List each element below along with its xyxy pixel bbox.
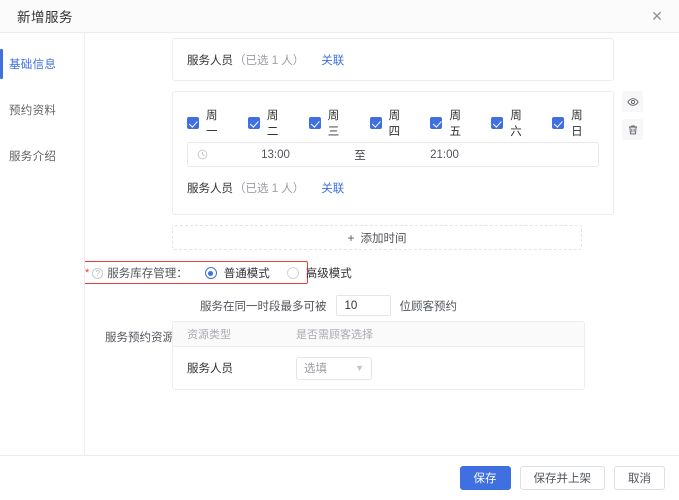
main-content: 服务人员 （已选 1 人） 关联 周一 周二 周三 周四 周五 周六 周日 13… [85,33,679,455]
time-separator: 至 [354,149,366,162]
weekday-checkbox-tuesday[interactable]: 周二 [247,107,288,139]
add-service-dialog: 新增服务 ✕ 基础信息 预约资料 服务介绍 服务人员 （已选 1 人） 关联 周… [0,0,679,500]
dialog-body: 基础信息 预约资料 服务介绍 服务人员 （已选 1 人） 关联 周一 周二 周三… [0,33,679,455]
schedule-card: 周一 周二 周三 周四 周五 周六 周日 13:00 至 21:00 服务人员 … [172,91,614,215]
sidebar-item-basic-info[interactable]: 基础信息 [0,41,84,87]
weekday-checkbox-saturday[interactable]: 周六 [491,107,531,139]
stock-management-label: 服务库存管理： [107,268,188,280]
staff-row: 服务人员 （已选 1 人） 关联 [173,39,613,80]
weekday-checkbox-wednesday[interactable]: 周三 [308,107,349,139]
close-icon[interactable]: ✕ [647,7,667,27]
plus-icon: + [347,230,355,245]
weekday-label: 周六 [510,110,522,138]
radio-label: 普通模式 [223,268,270,280]
chevron-down-icon: ▼ [355,363,364,373]
checkbox-checked-icon [308,117,321,129]
column-header-resource-type: 资源类型 [187,329,231,341]
resource-choice-cell: 选填 ▼ [296,356,584,380]
add-time-button[interactable]: + 添加时间 [172,225,582,250]
weekday-checkbox-thursday[interactable]: 周四 [369,107,410,139]
sidebar-item-service-intro[interactable]: 服务介绍 [0,133,84,179]
weekday-label: 周四 [388,110,401,138]
dialog-footer: 保存 保存并上架 取消 [0,455,679,500]
checkbox-checked-icon [369,117,382,129]
stock-management-row: * ? 服务库存管理： 普通模式 高级模式 [85,265,352,281]
resource-table: 资源类型 是否需顾客选择 服务人员 选填 ▼ [172,321,585,390]
capacity-suffix-label: 位顾客预约 [399,300,458,313]
staff-count: （已选 1 人） [234,54,305,67]
weekday-checkbox-sunday[interactable]: 周日 [552,107,592,139]
time-start-value[interactable]: 13:00 [208,149,343,161]
weekday-checkbox-group: 周一 周二 周三 周四 周五 周六 周日 [173,92,613,139]
staff-count: （已选 1 人） [234,183,305,195]
table-row: 服务人员 选填 ▼ [173,347,584,389]
time-end-value[interactable]: 21:00 [377,149,512,161]
schedule-staff-row: 服务人员 （已选 1 人） 关联 [187,180,344,196]
clock-icon [197,149,208,160]
eye-icon[interactable] [622,91,643,112]
checkbox-checked-icon [247,117,260,129]
checkbox-checked-icon [430,117,443,129]
select-value: 选填 [304,363,327,375]
time-range-field[interactable]: 13:00 至 21:00 [187,142,599,167]
checkbox-checked-icon [491,117,504,129]
weekday-label: 周五 [449,110,461,138]
radio-advanced-mode[interactable]: 高级模式 [286,265,352,281]
weekday-label: 周二 [266,110,279,138]
sidebar-item-label: 预约资料 [9,105,57,117]
staff-link-associate[interactable]: 关联 [321,52,344,68]
question-circle-icon[interactable]: ? [92,267,104,279]
trash-icon[interactable] [622,119,643,140]
weekday-label: 周三 [327,110,340,138]
radio-normal-mode[interactable]: 普通模式 [204,265,270,281]
weekday-label: 周一 [206,110,218,138]
weekday-label: 周日 [571,110,583,138]
radio-selected-icon [204,267,217,279]
sidebar-item-booking-data[interactable]: 预约资料 [0,87,84,133]
required-asterisk: * [85,266,90,279]
staff-link-associate[interactable]: 关联 [321,180,344,196]
dialog-header: 新增服务 ✕ [0,0,679,33]
cancel-button[interactable]: 取消 [614,466,665,490]
checkbox-checked-icon [552,117,565,129]
weekday-checkbox-monday[interactable]: 周一 [187,107,227,139]
staff-label: 服务人员 [187,183,233,195]
staff-label: 服务人员 [187,54,233,67]
resource-table-header: 资源类型 是否需顾客选择 [173,322,584,347]
capacity-prefix-label: 服务在同一时段最多可被 [200,300,327,313]
save-and-publish-button[interactable]: 保存并上架 [519,466,605,490]
schedule-actions [622,91,644,140]
weekday-checkbox-friday[interactable]: 周五 [430,107,470,139]
sidebar-item-label: 基础信息 [9,59,57,71]
column-header-customer-choice: 是否需顾客选择 [296,329,373,341]
customer-choice-select[interactable]: 选填 ▼ [296,356,372,380]
checkbox-checked-icon [187,117,199,129]
save-button[interactable]: 保存 [459,466,511,490]
resource-type-value: 服务人员 [187,363,233,375]
dialog-title: 新增服务 [17,10,73,25]
radio-unselected-icon [286,267,299,279]
sidebar: 基础信息 预约资料 服务介绍 [0,33,85,455]
add-time-label: 添加时间 [360,232,407,245]
radio-label: 高级模式 [305,268,352,280]
capacity-input[interactable] [335,295,391,316]
staff-card-top: 服务人员 （已选 1 人） 关联 [172,38,614,81]
sidebar-item-label: 服务介绍 [9,151,57,163]
capacity-row: 服务在同一时段最多可被 位顾客预约 [200,295,457,316]
